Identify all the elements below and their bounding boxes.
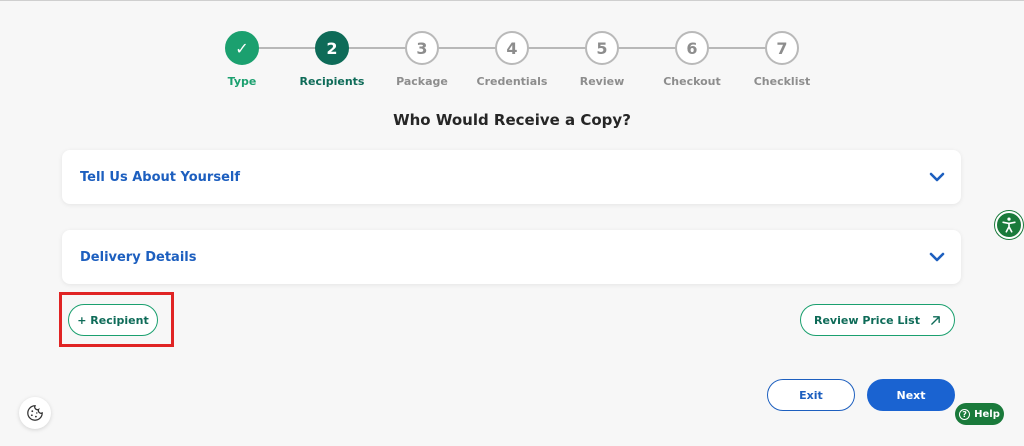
step-type-label: Type <box>227 75 257 88</box>
step-checkout: 6 Checkout <box>642 31 742 88</box>
accordion-tell-us-about-yourself[interactable]: Tell Us About Yourself <box>62 150 961 204</box>
step-credentials: 4 Credentials <box>462 31 562 88</box>
accordion-title: Tell Us About Yourself <box>80 169 240 185</box>
step-recipients-label: Recipients <box>299 75 365 88</box>
step-review-number: 5 <box>585 31 619 65</box>
step-type-check-icon: ✓ <box>225 31 259 65</box>
chevron-down-icon[interactable] <box>929 169 945 185</box>
help-label: Help <box>974 408 1000 420</box>
step-package: 3 Package <box>372 31 472 88</box>
step-checkout-number: 6 <box>675 31 709 65</box>
step-review-label: Review <box>579 75 625 88</box>
step-recipients: 2 Recipients <box>282 31 382 88</box>
accessibility-button[interactable] <box>995 211 1023 239</box>
next-button[interactable]: Next <box>867 379 955 411</box>
step-checkout-label: Checkout <box>663 75 721 88</box>
step-checklist: 7 Checklist <box>732 31 832 88</box>
cookie-icon <box>27 405 43 421</box>
exit-button[interactable]: Exit <box>767 379 855 411</box>
page-title: Who Would Receive a Copy? <box>393 111 631 129</box>
add-recipient-button[interactable]: + Recipient <box>68 304 158 336</box>
step-checklist-number: 7 <box>765 31 799 65</box>
step-type: ✓ Type <box>192 31 292 88</box>
step-credentials-label: Credentials <box>476 75 548 88</box>
step-package-label: Package <box>396 75 448 88</box>
review-price-list-button[interactable]: Review Price List <box>800 304 955 336</box>
step-package-number: 3 <box>405 31 439 65</box>
external-link-arrow-icon <box>931 315 940 325</box>
chevron-down-icon[interactable] <box>929 249 945 265</box>
cookie-settings-button[interactable] <box>19 397 51 429</box>
help-button[interactable]: ? Help <box>955 403 1004 425</box>
step-checklist-label: Checklist <box>753 75 811 88</box>
step-recipients-number: 2 <box>315 31 349 65</box>
review-price-list-label: Review Price List <box>814 313 920 327</box>
step-credentials-number: 4 <box>495 31 529 65</box>
step-review: 5 Review <box>552 31 652 88</box>
help-question-icon: ? <box>959 408 971 420</box>
accordion-title: Delivery Details <box>80 249 197 265</box>
accessibility-icon <box>1002 217 1016 233</box>
accordion-delivery-details[interactable]: Delivery Details <box>62 230 961 284</box>
progress-stepper: ✓ Type 2 Recipients 3 Package 4 Credenti… <box>0 31 1024 101</box>
